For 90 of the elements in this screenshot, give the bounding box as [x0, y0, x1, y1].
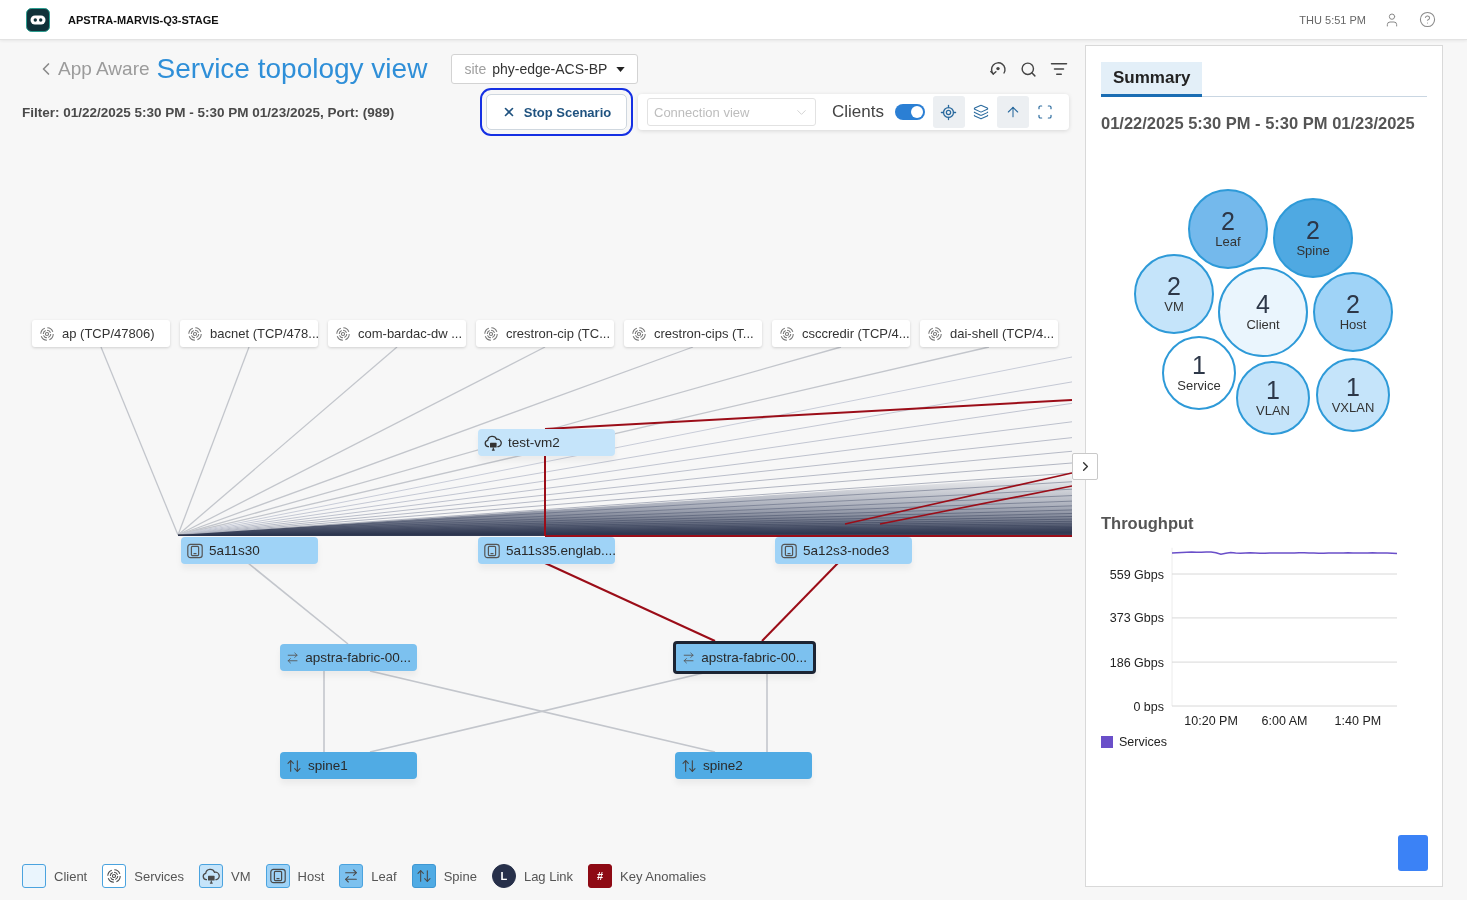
service-node[interactable]: com-bardac-dw ...	[328, 320, 466, 347]
anomaly-marker: #	[588, 864, 613, 888]
count-bubble[interactable]: 2 Leaf	[1188, 189, 1268, 269]
spine-node[interactable]: spine1	[280, 752, 417, 779]
legend-label: Spine	[443, 868, 477, 884]
legend-label: Host	[297, 868, 325, 884]
bubble-count: 2	[1167, 273, 1181, 299]
service-node[interactable]: crestron-cip (TC...	[476, 320, 614, 347]
bubble-label: VLAN	[1256, 402, 1290, 419]
x-axis-label: 1:40 PM	[1334, 714, 1382, 728]
fullscreen-icon	[1036, 104, 1053, 120]
cloud-monitor-icon	[199, 864, 224, 888]
arrows-left-right-icon	[339, 864, 364, 888]
summary-tab[interactable]: Summary	[1101, 62, 1203, 97]
arrows-up-down-icon	[681, 757, 697, 774]
rings-icon	[632, 326, 646, 341]
app-title: APSTRA-MARVIS-Q3-STAGE	[68, 13, 219, 26]
circular-arrow-icon[interactable]	[989, 60, 1007, 78]
legend-label: VM	[231, 868, 251, 884]
service-node[interactable]: csccredir (TCP/4...	[772, 320, 910, 347]
bubble-label: Service	[1177, 377, 1221, 394]
help-icon[interactable]	[1419, 11, 1436, 28]
bubble-count: 4	[1256, 291, 1270, 317]
legend-label: Client	[54, 868, 88, 884]
count-bubble[interactable]: 1 VLAN	[1236, 361, 1310, 435]
bubble-label: Host	[1339, 316, 1367, 333]
stop-scenario-button[interactable]: Stop Scenario	[480, 88, 633, 136]
section-title: Throughput	[1101, 513, 1195, 533]
locate-icon	[940, 103, 958, 121]
bubble-count: 2	[1306, 217, 1320, 243]
device-icon	[265, 864, 290, 888]
collapse-button[interactable]	[1072, 453, 1098, 480]
count-bubble[interactable]: 2 Spine	[1273, 198, 1353, 278]
legend-label: Services	[134, 868, 185, 884]
count-bubble[interactable]: 1 Service	[1162, 336, 1236, 410]
date-range: 01/22/2025 5:30 PM - 5:30 PM 01/23/2025	[1101, 113, 1416, 133]
clients-toggle[interactable]	[894, 104, 925, 120]
x-axis-label: 6:00 AM	[1261, 714, 1308, 728]
filter-icon[interactable]	[1050, 60, 1068, 78]
rings-icon	[336, 326, 350, 341]
bubble-label: Leaf	[1215, 233, 1241, 250]
filter-summary: Filter: 01/22/2025 5:30 PM - 5:30 PM 01/23/2025, Port: (989)	[22, 104, 396, 120]
rings-icon	[780, 326, 794, 341]
legend-label: Leaf	[371, 868, 397, 884]
search-icon[interactable]	[1020, 60, 1037, 78]
service-node[interactable]: dai-shell (TCP/4...	[920, 320, 1058, 347]
arrows-up-down-icon	[411, 864, 436, 888]
legend-label: Services	[1119, 735, 1167, 749]
layers-icon	[972, 104, 989, 120]
caret-icon	[616, 66, 626, 72]
clients-label: Clients	[832, 102, 884, 122]
rings-icon	[484, 326, 498, 341]
tool-button[interactable]	[996, 96, 1029, 128]
logo-icon[interactable]	[26, 7, 50, 32]
count-bubble[interactable]: 4 Client	[1218, 267, 1308, 357]
count-bubble[interactable]: 2 Host	[1313, 272, 1393, 352]
rings-icon	[928, 326, 942, 341]
y-axis-label: 559 Gbps	[1109, 567, 1164, 582]
service-node[interactable]: bacnet (TCP/478...	[180, 320, 318, 347]
bubble-label: VXLAN	[1331, 399, 1375, 416]
count-bubble[interactable]: 1 VXLAN	[1316, 358, 1390, 432]
bubble-label: Spine	[1296, 242, 1330, 259]
rings-icon	[40, 326, 54, 341]
bubble-count: 1	[1192, 352, 1206, 378]
bubble-count: 2	[1221, 208, 1235, 234]
clock: THU 5:51 PM	[1299, 13, 1366, 26]
page-title: Service topology view	[156, 54, 428, 84]
rings-icon	[188, 326, 202, 341]
x-axis-label: 10:20 PM	[1184, 714, 1238, 728]
arrows-up-down-icon	[286, 757, 302, 774]
service-node[interactable]: crestron-cips (T...	[624, 320, 762, 347]
service-node[interactable]: ap (TCP/47806)	[32, 320, 170, 347]
legend-label: Key Anomalies	[620, 868, 707, 884]
spine-node[interactable]: spine2	[675, 752, 812, 779]
count-bubble[interactable]: 2 VM	[1134, 254, 1214, 334]
y-axis-label: 0 bps	[1133, 699, 1164, 714]
user-icon[interactable]	[1384, 11, 1400, 28]
bubble-count: 2	[1346, 291, 1360, 317]
y-axis-label: 373 Gbps	[1109, 611, 1164, 626]
y-axis-label: 186 Gbps	[1109, 655, 1164, 670]
bubble-label: VM	[1164, 298, 1184, 315]
site-dropdown[interactable]: site phy-edge-ACS-BP	[451, 54, 639, 84]
bubble-count: 1	[1346, 374, 1360, 400]
tool-button[interactable]	[932, 96, 965, 128]
legend-label: Lag Link	[523, 868, 574, 884]
lag-link-marker: L	[491, 864, 516, 888]
bubble-count: 1	[1266, 377, 1280, 403]
client-swatch-icon	[22, 864, 46, 888]
rings-icon	[102, 864, 127, 888]
bubble-label: Client	[1246, 316, 1280, 333]
